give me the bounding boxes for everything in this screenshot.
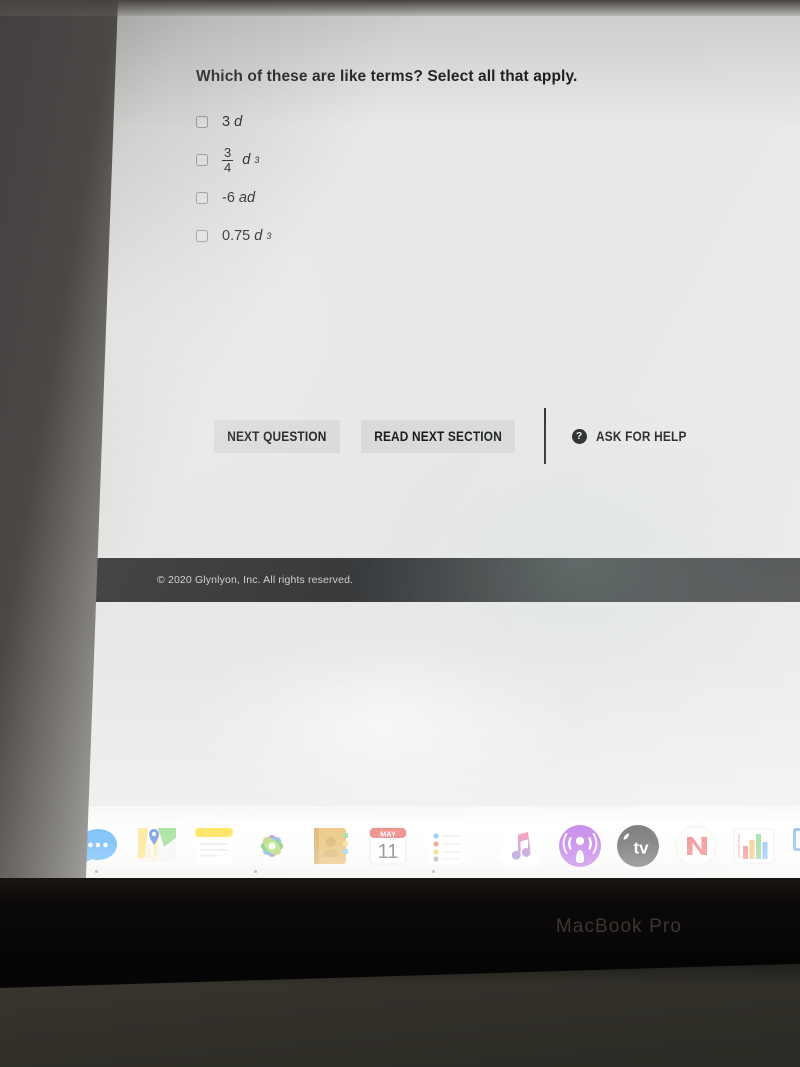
- option-4-variable: d: [254, 228, 263, 244]
- answer-option-4[interactable]: 0.75 d3: [196, 221, 756, 251]
- question-content: Which of these are like terms? Select al…: [196, 68, 756, 259]
- answer-options-list: 3 d 3 4 d 3 -6 ad 0.75 d 3: [196, 107, 756, 251]
- maps-icon[interactable]: [132, 822, 180, 870]
- laptop-display: Which of these are like terms? Select al…: [0, 0, 800, 905]
- option-2-fraction: 3 4: [222, 144, 234, 175]
- macbook-pro-brand: MacBook Pro: [555, 916, 682, 937]
- option-3-coefficient: -6: [222, 190, 235, 206]
- messages-icon[interactable]: [74, 822, 122, 870]
- music-icon[interactable]: [498, 822, 546, 870]
- answer-option-1[interactable]: 3 d: [196, 107, 756, 137]
- read-next-section-button[interactable]: READ NEXT SECTION: [360, 419, 516, 453]
- answer-option-2-label: 3 4 d3: [222, 146, 259, 174]
- ask-for-help-label: ASK FOR HELP: [595, 428, 687, 444]
- news-icon[interactable]: [672, 822, 720, 870]
- apple-tv-wordmark: tv: [633, 839, 649, 858]
- photo-of-laptop-screen: Which of these are like terms? Select al…: [0, 0, 800, 1067]
- option-3-variable: ad: [238, 190, 256, 206]
- answer-option-3-label: -6 ad: [222, 190, 255, 206]
- question-mark-icon: ?: [571, 428, 587, 444]
- checkbox-wrap-4[interactable]: [196, 230, 222, 242]
- action-bar-divider: [544, 408, 546, 464]
- checkbox-icon-1[interactable]: [196, 116, 208, 128]
- podcasts-icon[interactable]: [556, 822, 604, 870]
- checkbox-icon-3[interactable]: [196, 192, 208, 204]
- dock-items: MAY 11 tv: [0, 806, 800, 878]
- keynote-icon[interactable]: [788, 822, 800, 870]
- dock-running-indicators: [0, 870, 800, 876]
- browser-page: Which of these are like terms? Select al…: [0, 0, 800, 905]
- notes-icon[interactable]: [190, 822, 238, 870]
- calendar-icon[interactable]: MAY 11: [364, 822, 412, 870]
- answer-option-2[interactable]: 3 4 d3: [196, 145, 756, 175]
- footer-bar: © 2020 Glynlyon, Inc. All rights reserve…: [0, 558, 800, 602]
- answer-option-1-label: 3 d: [222, 114, 242, 130]
- answer-option-4-label: 0.75 d3: [222, 228, 271, 244]
- action-bar: NEXT QUESTION READ NEXT SECTION ? ASK FO…: [214, 408, 699, 464]
- option-2-numerator: 3: [224, 144, 232, 160]
- checkbox-wrap-1[interactable]: [196, 116, 222, 128]
- option-2-denominator: 4: [222, 159, 234, 175]
- checkbox-wrap-2[interactable]: [196, 154, 222, 166]
- reminders-icon[interactable]: [422, 822, 470, 870]
- macos-dock[interactable]: MAY 11 tv: [0, 806, 800, 878]
- page-title: Which of these are like terms? Select al…: [196, 68, 578, 85]
- contacts-icon[interactable]: [306, 822, 354, 870]
- calendar-month-text: MAY: [380, 829, 396, 838]
- calendar-day-text: 11: [378, 841, 399, 863]
- option-4-coefficient: 0.75: [222, 228, 251, 244]
- option-1-coefficient: 3: [222, 114, 231, 130]
- checkbox-icon-4[interactable]: [196, 230, 208, 242]
- facetime-icon[interactable]: [16, 822, 64, 870]
- option-2-exponent: 3: [254, 155, 260, 165]
- photos-icon[interactable]: [248, 822, 296, 870]
- option-2-variable: d: [242, 152, 251, 168]
- next-question-button[interactable]: NEXT QUESTION: [214, 419, 340, 453]
- option-1-variable: d: [234, 114, 243, 130]
- copyright-text: © 2020 Glynlyon, Inc. All rights reserve…: [157, 574, 354, 586]
- checkbox-wrap-3[interactable]: [196, 192, 222, 204]
- option-4-exponent: 3: [266, 231, 272, 241]
- apple-tv-icon[interactable]: tv: [614, 822, 662, 870]
- answer-option-3[interactable]: -6 ad: [196, 183, 756, 213]
- checkbox-icon-2[interactable]: [196, 154, 208, 166]
- numbers-icon[interactable]: [730, 822, 778, 870]
- ask-for-help-button[interactable]: ? ASK FOR HELP: [571, 428, 699, 444]
